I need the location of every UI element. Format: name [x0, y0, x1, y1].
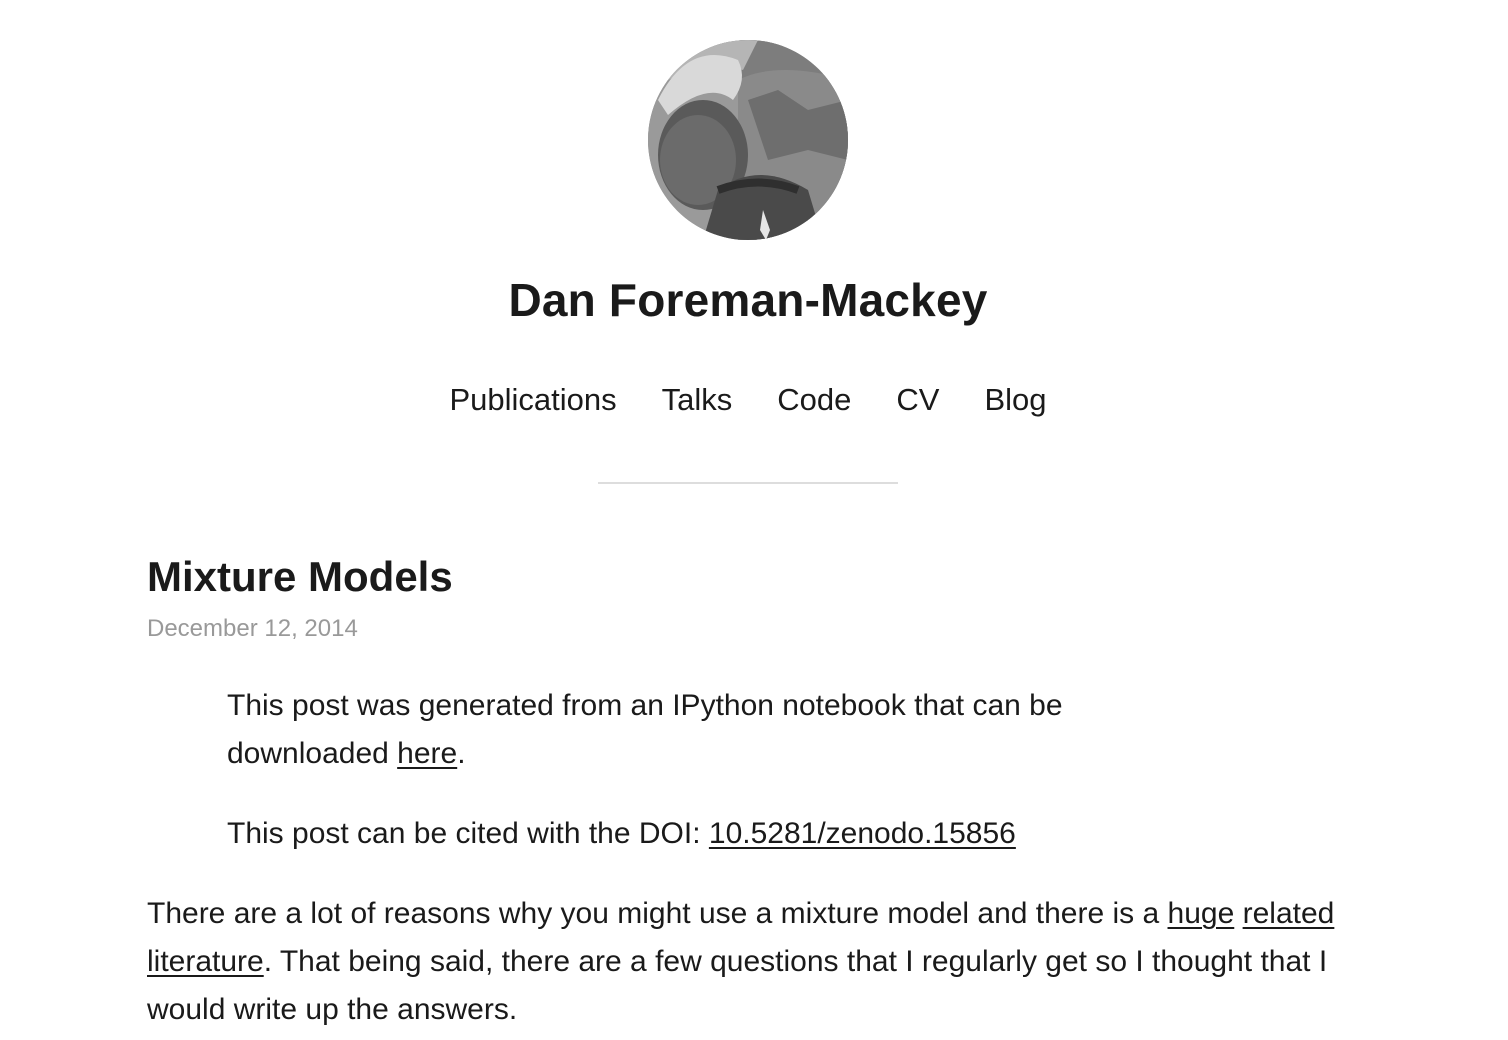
intro-space-1: [1234, 897, 1242, 930]
intro-text-2: . That being said, there are a few quest…: [147, 945, 1328, 1026]
intro-paragraph: There are a lot of reasons why you might…: [147, 890, 1347, 1034]
notebook-download-link[interactable]: here: [397, 737, 457, 770]
avatar-photo: [648, 40, 848, 240]
link-literature[interactable]: literature: [147, 945, 264, 978]
header-divider: [598, 482, 898, 484]
link-huge[interactable]: huge: [1168, 897, 1235, 930]
notebook-note: This post was generated from an IPython …: [227, 682, 1187, 778]
nav-item-publications[interactable]: Publications: [449, 380, 616, 420]
notebook-note-text: This post was generated from an IPython …: [227, 689, 1063, 770]
doi-link[interactable]: 10.5281/zenodo.15856: [709, 817, 1016, 850]
nav-item-code[interactable]: Code: [777, 380, 851, 420]
site-title[interactable]: Dan Foreman-Mackey: [0, 272, 1496, 328]
main-nav: Publications Talks Code CV Blog: [0, 380, 1496, 420]
intro-text-1: There are a lot of reasons why you might…: [147, 897, 1168, 930]
doi-note: This post can be cited with the DOI: 10.…: [227, 810, 1187, 858]
post-date: December 12, 2014: [147, 615, 358, 642]
nav-item-talks[interactable]: Talks: [662, 380, 733, 420]
avatar: [648, 40, 848, 240]
nav-item-cv[interactable]: CV: [896, 380, 939, 420]
post-title: Mixture Models: [147, 553, 453, 600]
notebook-note-after: .: [457, 737, 466, 770]
nav-item-blog[interactable]: Blog: [984, 380, 1046, 420]
doi-note-text: This post can be cited with the DOI:: [227, 817, 709, 850]
link-related[interactable]: related: [1243, 897, 1335, 930]
